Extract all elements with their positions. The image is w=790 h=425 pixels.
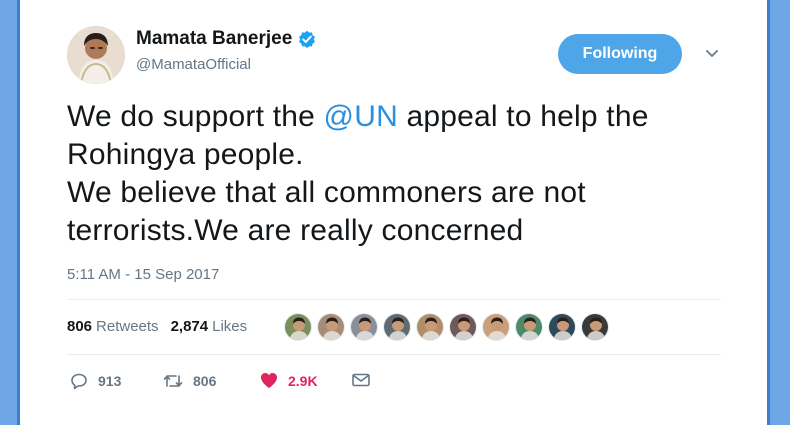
- tweet-timestamp[interactable]: 5:11 AM - 15 Sep 2017: [67, 266, 219, 283]
- retweets-count: 806: [67, 318, 93, 335]
- retweet-action[interactable]: 806: [163, 372, 216, 390]
- screenshot-frame: Mamata Banerjee @MamataOfficial Followin…: [0, 0, 790, 425]
- tweet-text: We do support the @UN appeal to help the…: [67, 98, 747, 250]
- verified-badge-icon: [298, 30, 316, 48]
- tweet-text-part: We do support the: [67, 100, 324, 133]
- heart-icon: [261, 373, 277, 388]
- retweets-label: Retweets: [96, 318, 159, 335]
- like-action[interactable]: 2.9K: [260, 372, 318, 389]
- envelope-icon: [352, 373, 370, 387]
- liker-avatar-5[interactable]: [416, 313, 444, 341]
- chevron-down-icon[interactable]: [703, 44, 721, 62]
- liker-avatar-3[interactable]: [350, 313, 378, 341]
- liker-avatar-6[interactable]: [449, 313, 477, 341]
- mention-link[interactable]: @UN: [324, 100, 398, 133]
- following-button[interactable]: Following: [558, 34, 682, 74]
- tweet-stats: 806 Retweets 2,874 Likes: [67, 318, 247, 335]
- reply-icon: [71, 373, 87, 390]
- window-edge-left: [0, 0, 20, 425]
- reply-count: 913: [98, 373, 122, 389]
- tweet-text-part: appeal to help the: [397, 100, 649, 133]
- tweet-line-4: terrorists.We are really concerned: [67, 214, 524, 247]
- author-name[interactable]: Mamata Banerjee: [136, 28, 292, 50]
- liker-avatar-8[interactable]: [515, 313, 543, 341]
- window-edge-right: [767, 0, 790, 425]
- like-count: 2.9K: [288, 372, 318, 389]
- liker-avatar-1[interactable]: [284, 313, 312, 341]
- tweet-line-3: We believe that all commoners are not: [67, 176, 586, 209]
- liker-avatars: [284, 313, 614, 341]
- liker-avatar-4[interactable]: [383, 313, 411, 341]
- retweets-stat[interactable]: 806 Retweets: [67, 318, 159, 335]
- retweet-icon: [163, 375, 183, 387]
- liker-avatar-7[interactable]: [482, 313, 510, 341]
- reply-action[interactable]: 913: [70, 372, 121, 390]
- direct-message-action[interactable]: [351, 372, 381, 388]
- divider: [67, 354, 721, 355]
- author-info: Mamata Banerjee @MamataOfficial: [136, 28, 316, 73]
- likes-label: Likes: [212, 318, 248, 335]
- liker-avatar-9[interactable]: [548, 313, 576, 341]
- liker-avatar-2[interactable]: [317, 313, 345, 341]
- likes-count: 2,874: [170, 318, 209, 335]
- retweet-count: 806: [193, 373, 217, 389]
- tweet-card: Mamata Banerjee @MamataOfficial Followin…: [20, 0, 767, 425]
- author-avatar[interactable]: [67, 26, 125, 84]
- liker-avatar-10[interactable]: [581, 313, 609, 341]
- tweet-line-2: Rohingya people.: [67, 138, 304, 171]
- tweet-line-1: We do support the @UN appeal to help the: [67, 98, 747, 136]
- likes-stat[interactable]: 2,874 Likes: [171, 318, 248, 335]
- author-handle[interactable]: @MamataOfficial: [136, 56, 316, 73]
- divider: [67, 299, 721, 300]
